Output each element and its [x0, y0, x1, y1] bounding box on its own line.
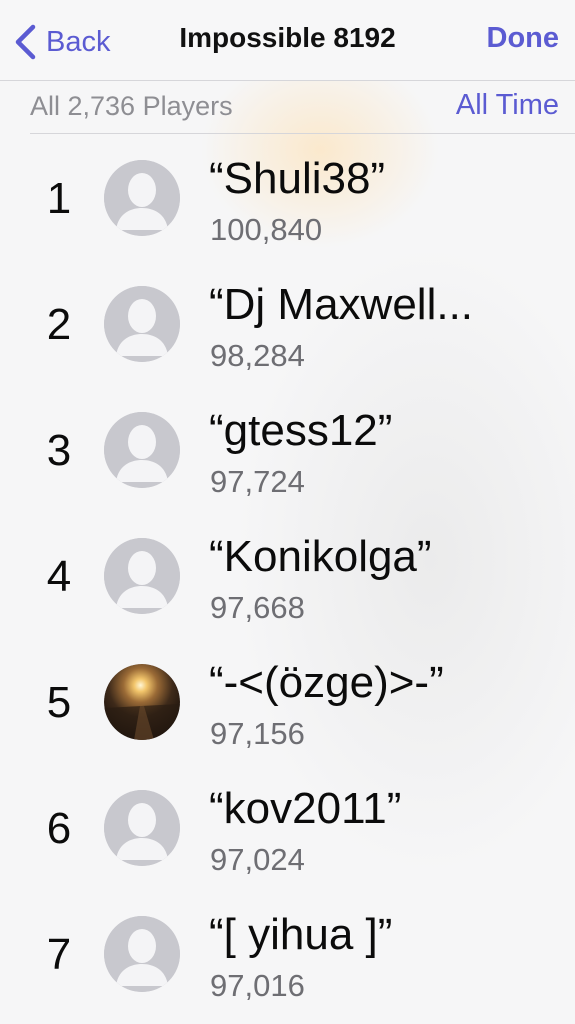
- rank-number: 5: [46, 678, 72, 727]
- player-scope-label: All 2,736 Players: [30, 91, 233, 121]
- filter-bar: All 2,736 Players All Time: [30, 81, 575, 134]
- placeholder-avatar-icon: [104, 916, 180, 992]
- leaderboard-row[interactable]: 4 “Konikolga” 97,668: [0, 512, 575, 638]
- rank-number: 3: [46, 426, 72, 475]
- player-score: 100,840: [210, 212, 323, 247]
- player-name: “Dj Maxwell...: [209, 280, 474, 329]
- player-name: “kov2011”: [209, 784, 402, 833]
- player-score: 97,016: [210, 968, 305, 1003]
- leaderboard-row[interactable]: 2 “Dj Maxwell... 98,284: [0, 260, 575, 386]
- leaderboard-list: 1 “Shuli38” 100,840 2 “Dj Maxwell... 98,284 3 “…: [0, 134, 575, 1016]
- placeholder-avatar-icon: [104, 160, 180, 236]
- player-score: 97,024: [210, 842, 305, 877]
- done-button[interactable]: Done: [487, 22, 560, 55]
- navigation-bar: Back Impossible 8192 Done: [0, 0, 575, 81]
- player-name: “Konikolga”: [209, 532, 432, 581]
- leaderboard-screen: Back Impossible 8192 Done All 2,736 Play…: [0, 0, 575, 1024]
- rank-number: 4: [46, 552, 72, 601]
- player-score: 97,724: [210, 464, 305, 499]
- leaderboard-row[interactable]: 3 “gtess12” 97,724: [0, 386, 575, 512]
- leaderboard-row[interactable]: 5 “-<(özge)>-” 97,156: [0, 638, 575, 764]
- rank-number: 1: [46, 174, 72, 223]
- time-scope-button[interactable]: All Time: [456, 89, 559, 122]
- leaderboard-row[interactable]: 1 “Shuli38” 100,840: [0, 134, 575, 260]
- rank-number: 6: [46, 804, 72, 853]
- placeholder-avatar-icon: [104, 286, 180, 362]
- player-score: 97,668: [210, 590, 305, 625]
- leaderboard-row[interactable]: 6 “kov2011” 97,024: [0, 764, 575, 890]
- player-name: “[ yihua ]”: [209, 910, 393, 959]
- player-photo-avatar: [104, 664, 180, 740]
- placeholder-avatar-icon: [104, 538, 180, 614]
- leaderboard-row[interactable]: 7 “[ yihua ]” 97,016: [0, 890, 575, 1016]
- rank-number: 2: [46, 300, 72, 349]
- player-score: 98,284: [210, 338, 305, 373]
- player-name: “gtess12”: [209, 406, 393, 455]
- placeholder-avatar-icon: [104, 790, 180, 866]
- player-name: “Shuli38”: [209, 154, 386, 203]
- rank-number: 7: [46, 930, 72, 979]
- player-name: “-<(özge)>-”: [209, 658, 444, 707]
- player-score: 97,156: [210, 716, 305, 751]
- placeholder-avatar-icon: [104, 412, 180, 488]
